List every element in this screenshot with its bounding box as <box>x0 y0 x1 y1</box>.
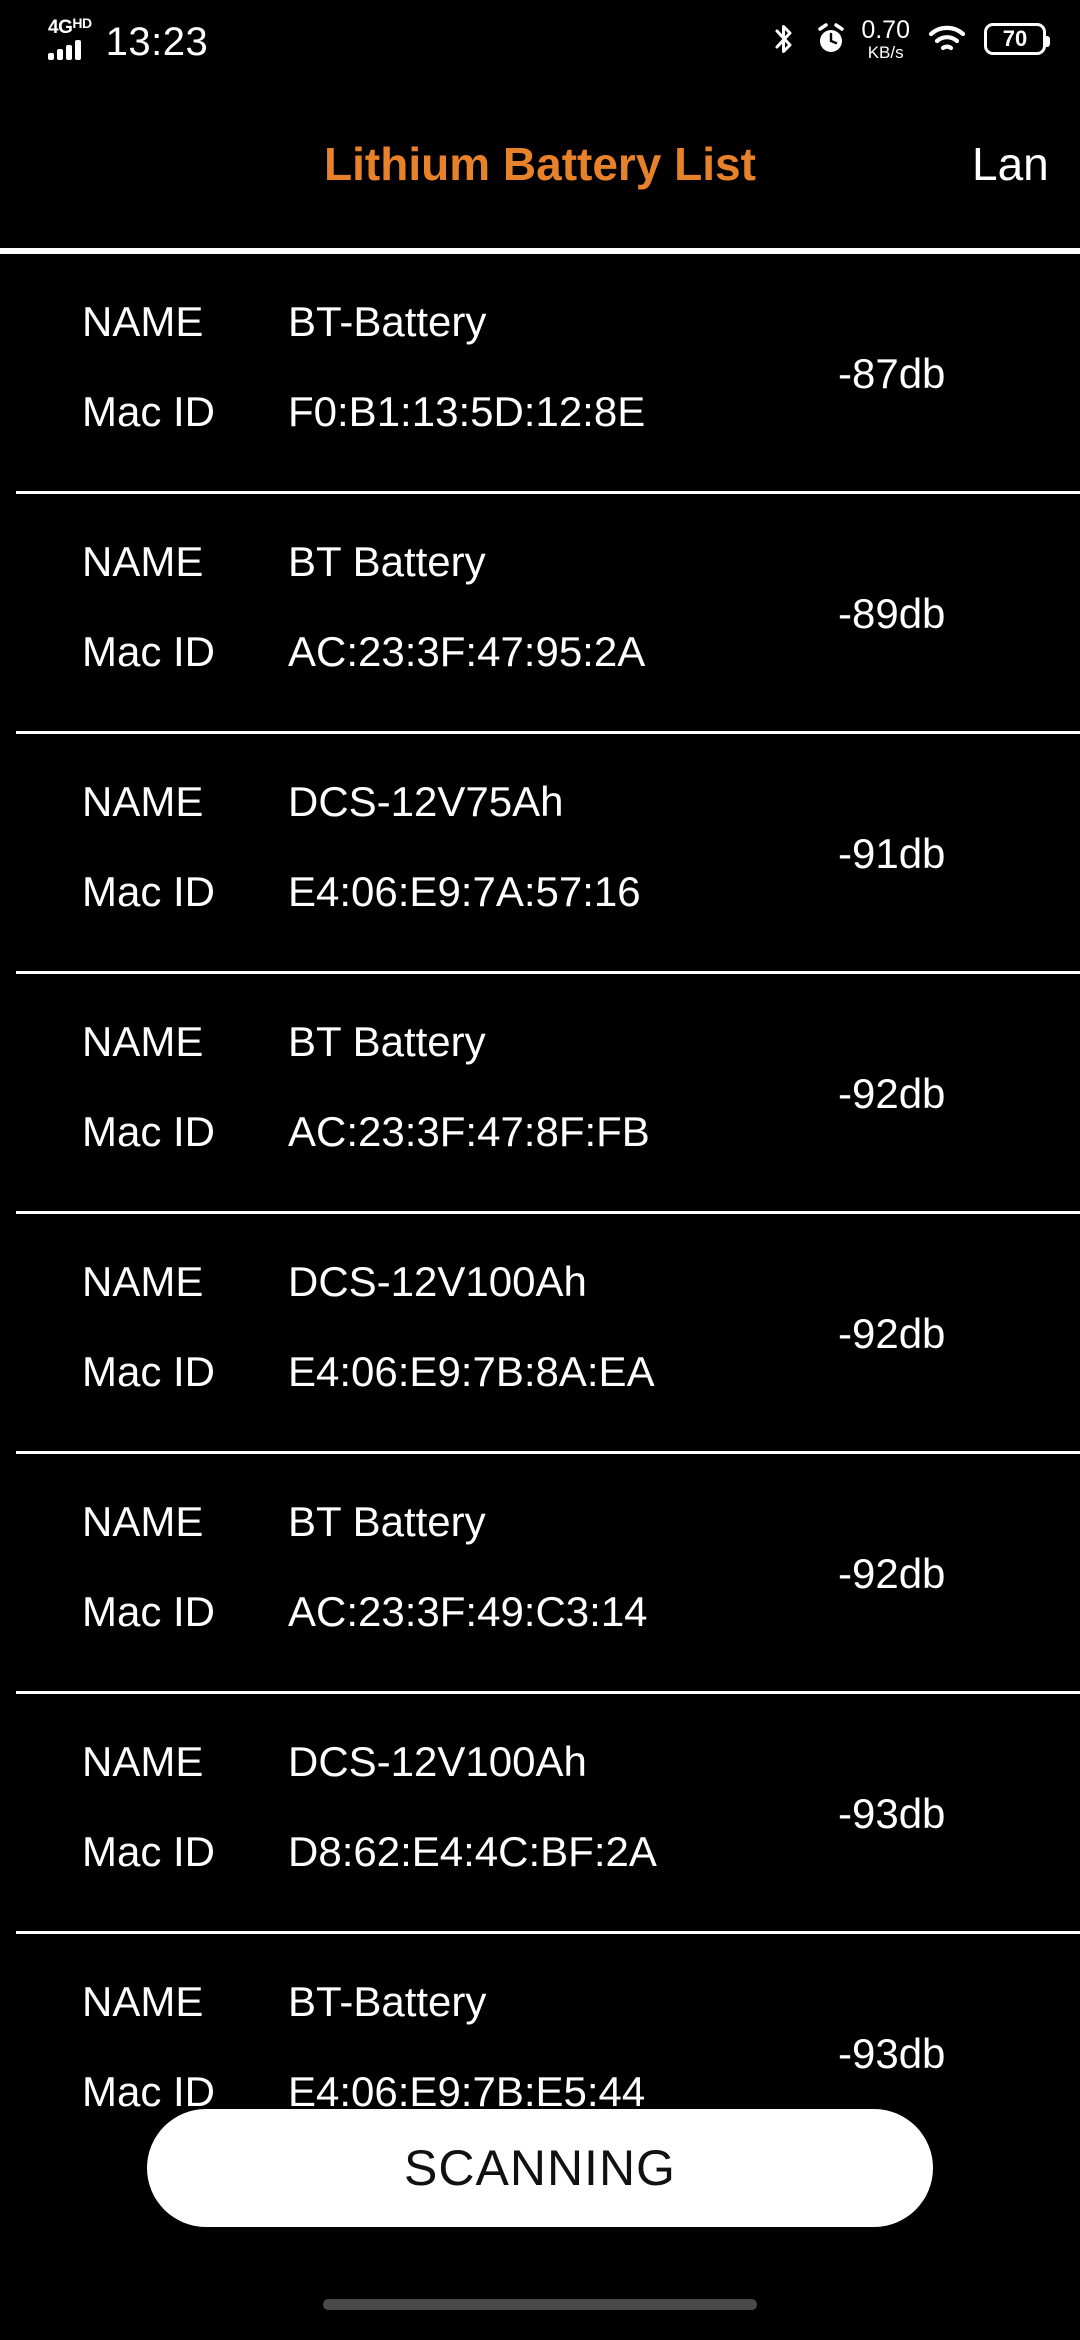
device-mac-value: D8:62:E4:4C:BF:2A <box>288 1828 657 1875</box>
device-fields: NAME BT-Battery Mac ID E4:06:E9:7B:E5:44 <box>0 1978 830 2130</box>
scanning-button[interactable]: SCANNING <box>147 2109 933 2227</box>
device-mac-line: Mac ID AC:23:3F:47:95:2A <box>82 628 830 690</box>
alarm-clock-icon <box>815 22 847 56</box>
device-name-line: NAME BT-Battery <box>82 1978 830 2040</box>
table-row[interactable]: NAME DCS-12V100Ah Mac ID D8:62:E4:4C:BF:2A -… <box>0 1694 1080 1934</box>
device-signal-strength: -93db <box>838 2030 946 2077</box>
device-name-line: NAME BT-Battery <box>82 298 830 360</box>
device-name-line: NAME BT Battery <box>82 1018 830 1080</box>
device-name-value: DCS-12V75Ah <box>288 778 564 825</box>
bluetooth-icon <box>771 22 797 56</box>
device-mac-value: F0:B1:13:5D:12:8E <box>288 388 646 435</box>
device-fields: NAME DCS-12V100Ah Mac ID D8:62:E4:4C:BF:2A <box>0 1738 830 1890</box>
device-name-value: BT-Battery <box>288 1978 487 2025</box>
device-mac-line: Mac ID AC:23:3F:49:C3:14 <box>82 1588 830 1650</box>
device-signal-strength: -89db <box>838 590 946 637</box>
device-mac-value: E4:06:E9:7B:8A:EA <box>288 1348 655 1395</box>
battery-icon: 70 <box>984 23 1050 55</box>
table-row[interactable]: NAME BT-Battery Mac ID F0:B1:13:5D:12:8E -87… <box>0 254 1080 494</box>
language-button[interactable]: Lan <box>972 137 1080 191</box>
status-bar-clock: 13:23 <box>105 20 209 64</box>
cellular-indicator: 4G HD <box>48 15 92 60</box>
device-name-line: NAME BT Battery <box>82 538 830 600</box>
device-signal-strength: -87db <box>838 350 946 397</box>
device-mac-value: AC:23:3F:47:95:2A <box>288 628 646 675</box>
device-name-label: NAME <box>82 1498 204 1545</box>
network-type-sup: HD <box>72 15 92 31</box>
device-fields: NAME BT-Battery Mac ID F0:B1:13:5D:12:8E <box>0 298 830 450</box>
battery-percentage: 70 <box>1002 26 1028 51</box>
device-mac-line: Mac ID F0:B1:13:5D:12:8E <box>82 388 830 450</box>
device-mac-label: Mac ID <box>82 868 216 915</box>
device-signal-strength: -92db <box>838 1550 946 1597</box>
phone-screen: 4G HD 13:23 0.70 KB/s 70 Lithium Battery… <box>0 0 1080 2340</box>
signal-bars-icon <box>48 40 81 60</box>
device-mac-label: Mac ID <box>82 1108 216 1155</box>
device-mac-line: Mac ID D8:62:E4:4C:BF:2A <box>82 1828 830 1890</box>
device-name-label: NAME <box>82 298 204 345</box>
status-bar: 4G HD 13:23 0.70 KB/s 70 <box>0 0 1080 78</box>
table-row[interactable]: NAME DCS-12V100Ah Mac ID E4:06:E9:7B:8A:EA -… <box>0 1214 1080 1454</box>
network-type-text: 4G <box>48 17 73 38</box>
device-name-value: DCS-12V100Ah <box>288 1738 587 1785</box>
device-signal-strength: -91db <box>838 830 946 877</box>
device-name-label: NAME <box>82 1978 204 2025</box>
device-signal-strength: -92db <box>838 1070 946 1117</box>
device-name-label: NAME <box>82 1738 204 1785</box>
device-signal-strength: -93db <box>838 1790 946 1837</box>
page-title: Lithium Battery List <box>324 138 756 190</box>
system-nav-bar <box>0 2268 1080 2340</box>
device-mac-value: E4:06:E9:7A:57:16 <box>288 868 641 915</box>
device-name-line: NAME DCS-12V100Ah <box>82 1738 830 1800</box>
table-row[interactable]: NAME BT Battery Mac ID AC:23:3F:47:95:2A -89… <box>0 494 1080 734</box>
device-name-value: BT-Battery <box>288 298 487 345</box>
network-speed-unit: KB/s <box>867 42 904 62</box>
device-list[interactable]: NAME BT-Battery Mac ID F0:B1:13:5D:12:8E -87… <box>0 254 1080 2140</box>
device-signal-strength: -92db <box>838 1310 946 1357</box>
device-name-value: DCS-12V100Ah <box>288 1258 587 1305</box>
device-mac-label: Mac ID <box>82 1588 216 1635</box>
device-name-label: NAME <box>82 1258 204 1305</box>
network-speed-value: 0.70 <box>861 15 910 44</box>
network-speed-indicator: 0.70 KB/s <box>861 15 910 62</box>
device-mac-label: Mac ID <box>82 388 216 435</box>
scan-button-container: SCANNING <box>0 2109 1080 2227</box>
wifi-icon <box>928 24 966 54</box>
status-bar-left: 4G HD 13:23 <box>48 15 209 64</box>
device-mac-label: Mac ID <box>82 628 216 675</box>
device-name-line: NAME BT Battery <box>82 1498 830 1560</box>
device-mac-line: Mac ID AC:23:3F:47:8F:FB <box>82 1108 830 1170</box>
device-mac-line: Mac ID E4:06:E9:7B:8A:EA <box>82 1348 830 1410</box>
device-name-label: NAME <box>82 538 204 585</box>
status-bar-right: 0.70 KB/s 70 <box>771 15 1050 62</box>
device-name-label: NAME <box>82 1018 204 1065</box>
app-header: Lithium Battery List Lan <box>0 78 1080 250</box>
table-row[interactable]: NAME BT Battery Mac ID AC:23:3F:47:8F:FB -92… <box>0 974 1080 1214</box>
device-mac-value: AC:23:3F:49:C3:14 <box>288 1588 648 1635</box>
device-mac-value: AC:23:3F:47:8F:FB <box>288 1108 650 1155</box>
device-mac-line: Mac ID E4:06:E9:7A:57:16 <box>82 868 830 930</box>
device-name-line: NAME DCS-12V100Ah <box>82 1258 830 1320</box>
device-mac-label: Mac ID <box>82 1828 216 1875</box>
device-fields: NAME BT Battery Mac ID AC:23:3F:47:95:2A <box>0 538 830 690</box>
device-name-value: BT Battery <box>288 1498 486 1545</box>
device-name-label: NAME <box>82 778 204 825</box>
device-name-value: BT Battery <box>288 1018 486 1065</box>
device-mac-label: Mac ID <box>82 1348 216 1395</box>
network-type-label: 4G HD <box>48 15 92 38</box>
device-fields: NAME DCS-12V75Ah Mac ID E4:06:E9:7A:57:16 <box>0 778 830 930</box>
table-row[interactable]: NAME BT Battery Mac ID AC:23:3F:49:C3:14 -92… <box>0 1454 1080 1694</box>
device-name-value: BT Battery <box>288 538 486 585</box>
table-row[interactable]: NAME DCS-12V75Ah Mac ID E4:06:E9:7A:57:16 -9… <box>0 734 1080 974</box>
home-indicator[interactable] <box>323 2298 757 2310</box>
device-fields: NAME BT Battery Mac ID AC:23:3F:49:C3:14 <box>0 1498 830 1650</box>
device-fields: NAME DCS-12V100Ah Mac ID E4:06:E9:7B:8A:EA <box>0 1258 830 1410</box>
device-fields: NAME BT Battery Mac ID AC:23:3F:47:8F:FB <box>0 1018 830 1170</box>
device-name-line: NAME DCS-12V75Ah <box>82 778 830 840</box>
